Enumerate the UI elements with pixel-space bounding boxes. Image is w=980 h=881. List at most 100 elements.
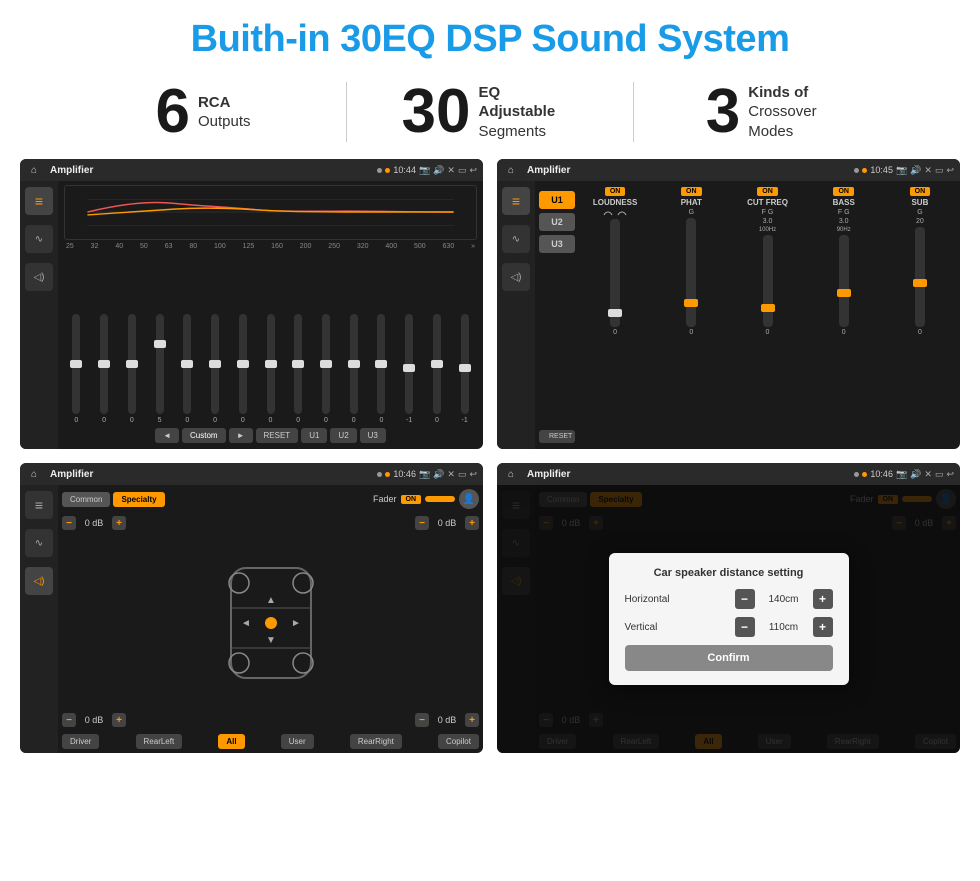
cutfreq-slider[interactable] bbox=[763, 235, 773, 327]
on-badge-cutfreq: ON bbox=[757, 187, 778, 196]
stat-label-eq: EQ Adjustable Segments bbox=[478, 83, 578, 142]
speaker-icon[interactable]: ◁) bbox=[25, 263, 53, 291]
eq-freq-labels: 25 32 40 50 63 80 100 125 160 200 250 32… bbox=[64, 243, 477, 250]
db-control-rl: − 0 dB + bbox=[62, 713, 126, 727]
u3-channel-button[interactable]: U3 bbox=[539, 235, 575, 253]
horizontal-value: 140cm bbox=[759, 594, 809, 605]
db-minus-rl[interactable]: − bbox=[62, 713, 76, 727]
confirm-button[interactable]: Confirm bbox=[625, 645, 833, 671]
speaker-icon-2[interactable]: ◁) bbox=[502, 263, 530, 291]
vertical-value: 110cm bbox=[759, 622, 809, 633]
common-tab[interactable]: Common bbox=[62, 492, 110, 507]
eq-slider-12[interactable]: -1 bbox=[397, 314, 422, 424]
home-icon-3[interactable]: ⌂ bbox=[26, 466, 42, 482]
eq-slider-6[interactable]: 0 bbox=[230, 314, 255, 424]
db-value-rl: 0 dB bbox=[79, 715, 109, 725]
u1-button[interactable]: U1 bbox=[301, 428, 327, 443]
eq-slider-1[interactable]: 0 bbox=[92, 314, 117, 424]
home-icon-4[interactable]: ⌂ bbox=[503, 466, 519, 482]
rearright-button[interactable]: RearRight bbox=[350, 734, 402, 749]
play-button[interactable]: ► bbox=[229, 428, 253, 443]
on-badge-fader: ON bbox=[401, 495, 422, 504]
vertical-minus-button[interactable]: − bbox=[735, 617, 755, 637]
copilot-button[interactable]: Copilot bbox=[438, 734, 479, 749]
phat-slider[interactable] bbox=[686, 218, 696, 327]
wave-icon-3[interactable]: ∿ bbox=[25, 529, 53, 557]
horizontal-plus-button[interactable]: + bbox=[813, 589, 833, 609]
db-plus-rl[interactable]: + bbox=[112, 713, 126, 727]
sub-slider[interactable] bbox=[915, 227, 925, 327]
eq-icon[interactable]: ≡ bbox=[25, 187, 53, 215]
db-minus-fr[interactable]: − bbox=[415, 516, 429, 530]
reset-button[interactable]: RESET bbox=[256, 428, 299, 443]
vertical-plus-button[interactable]: + bbox=[813, 617, 833, 637]
speaker-icon-3[interactable]: ◁) bbox=[25, 567, 53, 595]
eq-slider-7[interactable]: 0 bbox=[258, 314, 283, 424]
screen-eq: ⌂ Amplifier 10:44 📷 🔊 ✕ ▭ ↩ ≡ ∿ ◁) bbox=[20, 159, 483, 449]
loudness-col: ON LOUDNESS 0 bbox=[579, 187, 651, 336]
stat-label-crossover: Kinds of Crossover Modes bbox=[748, 83, 848, 142]
u2-button[interactable]: U2 bbox=[330, 428, 356, 443]
screen1-content: ≡ ∿ ◁) bbox=[20, 181, 483, 449]
crossover-reset-button[interactable]: RESET bbox=[539, 430, 575, 443]
loudness-label: LOUDNESS bbox=[593, 198, 637, 207]
prev-preset-button[interactable]: ◄ bbox=[155, 428, 179, 443]
fader-profile-icon[interactable]: 👤 bbox=[459, 489, 479, 509]
horizontal-row: Horizontal − 140cm + bbox=[625, 589, 833, 609]
eq-icon-2[interactable]: ≡ bbox=[502, 187, 530, 215]
db-plus-rr[interactable]: + bbox=[465, 713, 479, 727]
specialty-tab[interactable]: Specialty bbox=[113, 492, 164, 507]
stat-item-crossover: 3 Kinds of Crossover Modes bbox=[634, 81, 920, 143]
eq-slider-0[interactable]: 0 bbox=[64, 314, 89, 424]
db-plus-fr[interactable]: + bbox=[465, 516, 479, 530]
eq-slider-13[interactable]: 0 bbox=[425, 314, 450, 424]
fader-label: Fader bbox=[373, 494, 397, 504]
fader-main: Common Specialty Fader ON 👤 − 0 dB bbox=[58, 485, 483, 753]
db-minus-rr[interactable]: − bbox=[415, 713, 429, 727]
horizontal-minus-button[interactable]: − bbox=[735, 589, 755, 609]
home-icon-2[interactable]: ⌂ bbox=[503, 162, 519, 178]
wave-icon[interactable]: ∿ bbox=[25, 225, 53, 253]
svg-text:▲: ▲ bbox=[266, 595, 276, 606]
custom-preset-button[interactable]: Custom bbox=[182, 428, 226, 443]
sub-col: ON SUB G 20 0 bbox=[884, 187, 956, 336]
driver-button[interactable]: Driver bbox=[62, 734, 99, 749]
eq-slider-4[interactable]: 0 bbox=[175, 314, 200, 424]
vertical-control: − 110cm + bbox=[735, 617, 833, 637]
stat-number-3: 3 bbox=[706, 81, 740, 143]
eq-icon-3[interactable]: ≡ bbox=[25, 491, 53, 519]
eq-slider-10[interactable]: 0 bbox=[341, 314, 366, 424]
horizontal-control: − 140cm + bbox=[735, 589, 833, 609]
rearleft-button[interactable]: RearLeft bbox=[136, 734, 183, 749]
svg-text:▼: ▼ bbox=[266, 635, 276, 646]
eq-slider-2[interactable]: 0 bbox=[119, 314, 144, 424]
eq-slider-8[interactable]: 0 bbox=[286, 314, 311, 424]
u3-button[interactable]: U3 bbox=[360, 428, 386, 443]
u1-channel-button[interactable]: U1 bbox=[539, 191, 575, 209]
status-indicators-1: 10:44 📷 🔊 ✕ ▭ ↩ bbox=[377, 165, 477, 176]
db-plus-fl[interactable]: + bbox=[112, 516, 126, 530]
phat-label: PHAT bbox=[681, 198, 702, 207]
eq-slider-9[interactable]: 0 bbox=[314, 314, 339, 424]
loudness-slider[interactable] bbox=[610, 219, 620, 327]
all-button[interactable]: All bbox=[218, 734, 244, 749]
wave-icon-2[interactable]: ∿ bbox=[502, 225, 530, 253]
bass-slider[interactable] bbox=[839, 235, 849, 327]
side-controls-2: ≡ ∿ ◁) bbox=[497, 181, 535, 449]
bass-label: BASS bbox=[833, 198, 855, 207]
home-icon[interactable]: ⌂ bbox=[26, 162, 42, 178]
eq-sliders: 0 0 0 5 0 0 0 0 0 0 0 0 -1 0 -1 bbox=[64, 252, 477, 424]
u2-channel-button[interactable]: U2 bbox=[539, 213, 575, 231]
db-minus-fl[interactable]: − bbox=[62, 516, 76, 530]
eq-slider-11[interactable]: 0 bbox=[369, 314, 394, 424]
eq-slider-5[interactable]: 0 bbox=[203, 314, 228, 424]
user-button[interactable]: User bbox=[281, 734, 314, 749]
db-control-fl: − 0 dB + bbox=[62, 516, 126, 530]
eq-slider-3[interactable]: 5 bbox=[147, 314, 172, 424]
speaker-distance-dialog: Car speaker distance setting Horizontal … bbox=[609, 553, 849, 685]
eq-slider-14[interactable]: -1 bbox=[452, 314, 477, 424]
status-bar-4: ⌂ Amplifier 10:46 📷 🔊 ✕ ▭ ↩ bbox=[497, 463, 960, 485]
screen1-title: Amplifier bbox=[46, 165, 373, 176]
crossover-layout: U1 U2 U3 RESET ON LOUDNESS bbox=[535, 181, 960, 449]
sub-label: SUB bbox=[911, 198, 928, 207]
